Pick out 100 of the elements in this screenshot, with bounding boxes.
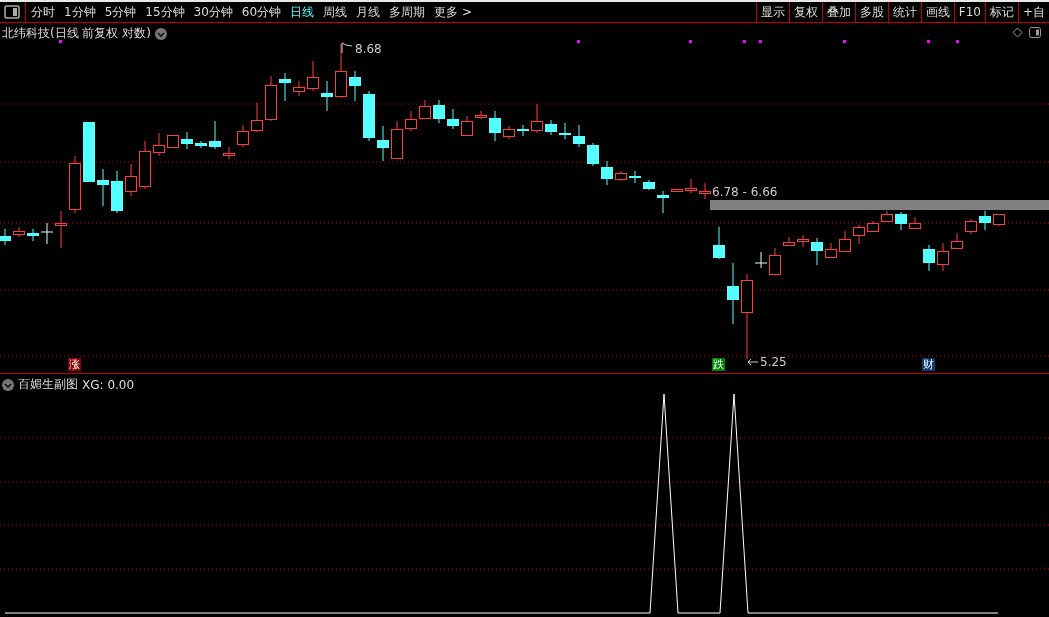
candlestick: [853, 224, 865, 245]
candlestick: [293, 80, 305, 97]
candlestick: [97, 168, 109, 207]
candlestick: [587, 142, 599, 167]
candlestick: [461, 115, 473, 137]
candlestick: [685, 178, 697, 194]
candlestick: [895, 211, 907, 231]
candlestick: [153, 132, 165, 157]
toolbar-button[interactable]: 叠加: [821, 2, 855, 22]
candlestick: [251, 102, 263, 133]
candlestick: [531, 103, 543, 134]
candlestick: [615, 170, 627, 182]
toolbar-button[interactable]: 复权: [788, 2, 822, 22]
candlestick: [937, 242, 949, 272]
price-label: 8.68: [355, 42, 382, 56]
candlestick: [223, 146, 235, 160]
candlestick: [783, 236, 795, 247]
candlestick: [825, 242, 837, 258]
candlestick: [923, 244, 935, 272]
chart-title: 北纬科技(日线 前复权 对数): [2, 25, 151, 42]
event-marker[interactable]: 涨: [68, 358, 81, 371]
period-tab[interactable]: 60分钟: [241, 3, 282, 21]
period-tab[interactable]: 日线: [290, 3, 315, 21]
candlestick: [335, 43, 347, 99]
candlestick: [69, 155, 81, 214]
candlestick: [139, 140, 151, 190]
period-tab[interactable]: 30分钟: [193, 3, 233, 21]
period-tab[interactable]: 更多 >: [434, 3, 472, 21]
toolbar-button[interactable]: 多股: [854, 2, 888, 22]
candlestick: [433, 99, 445, 124]
period-tab[interactable]: 周线: [323, 3, 348, 21]
diamond-icon[interactable]: [1012, 27, 1023, 38]
indicator-title: 百媚生副图: [18, 376, 78, 393]
toolbar-button[interactable]: 标记: [984, 2, 1018, 22]
candlestick: [279, 72, 291, 102]
candlestick: [391, 120, 403, 160]
dropdown-icon[interactable]: [155, 27, 167, 40]
toolbar-button[interactable]: 画线: [920, 2, 954, 22]
period-tab[interactable]: 多周期: [389, 3, 426, 21]
period-tab[interactable]: 15分钟: [145, 3, 185, 21]
candlestick: [909, 216, 921, 229]
candlestick: [363, 90, 375, 142]
candlestick: [657, 190, 669, 214]
candlestick: [601, 160, 613, 186]
candlestick: [307, 60, 319, 92]
candlestick: [503, 125, 515, 140]
candlestick: [475, 110, 487, 120]
candlestick: [419, 99, 431, 120]
event-marker[interactable]: 跌: [712, 358, 725, 371]
candlestick: [881, 210, 893, 222]
candlestick: [83, 121, 95, 183]
panel-toggle-icon[interactable]: [4, 5, 20, 19]
dropdown-icon[interactable]: [2, 378, 14, 391]
candlestick: [181, 131, 193, 150]
candlestick: [643, 179, 655, 191]
candlestick: [713, 226, 725, 260]
candlestick: [545, 119, 557, 136]
candlestick: [0, 228, 11, 246]
candlestick: [13, 226, 25, 238]
candlestick: [573, 124, 585, 148]
candlestick: [209, 120, 221, 150]
candlestick: [517, 124, 529, 137]
period-tab[interactable]: 月线: [356, 3, 381, 21]
candlestick: [699, 182, 711, 200]
candlestick: [125, 163, 137, 197]
candlestick: [349, 70, 361, 102]
candlestick: [993, 213, 1005, 227]
candlestick: [629, 170, 641, 184]
candlestick: [377, 125, 389, 162]
candlestick: [195, 140, 207, 149]
period-tab[interactable]: 5分钟: [104, 3, 137, 21]
price-label: 6.78 - 6.66: [712, 185, 778, 199]
candlestick: [979, 210, 991, 231]
candlestick: [237, 124, 249, 148]
event-marker[interactable]: 财: [922, 358, 935, 371]
candlestick: [671, 188, 683, 193]
candlestick: [811, 237, 823, 266]
candlestick: [867, 220, 879, 232]
candlestick: [559, 122, 571, 140]
toolbar-button[interactable]: 显示: [755, 2, 789, 22]
toolbar-button[interactable]: F10: [953, 2, 985, 22]
candlestick: [797, 234, 809, 248]
low-pointer-icon: [747, 358, 759, 366]
indicator-reading: XG: 0.00: [82, 377, 135, 392]
toolbar-button[interactable]: 统计: [887, 2, 921, 22]
panel-toggle-icon[interactable]: [1029, 27, 1041, 38]
toolbar-button[interactable]: +自: [1017, 2, 1049, 22]
candlestick: [265, 75, 277, 122]
candlestick: [727, 262, 739, 325]
candlestick: [489, 110, 501, 142]
candlestick: [321, 80, 333, 112]
candlestick: [965, 218, 977, 235]
candlestick: [951, 232, 963, 249]
period-tab[interactable]: 分时: [31, 3, 55, 21]
candlestick: [405, 110, 417, 132]
period-tab[interactable]: 1分钟: [64, 3, 96, 21]
candlestick: [447, 108, 459, 130]
candlestick: [111, 170, 123, 214]
candlestick: [167, 134, 179, 148]
candlestick: [839, 230, 851, 252]
